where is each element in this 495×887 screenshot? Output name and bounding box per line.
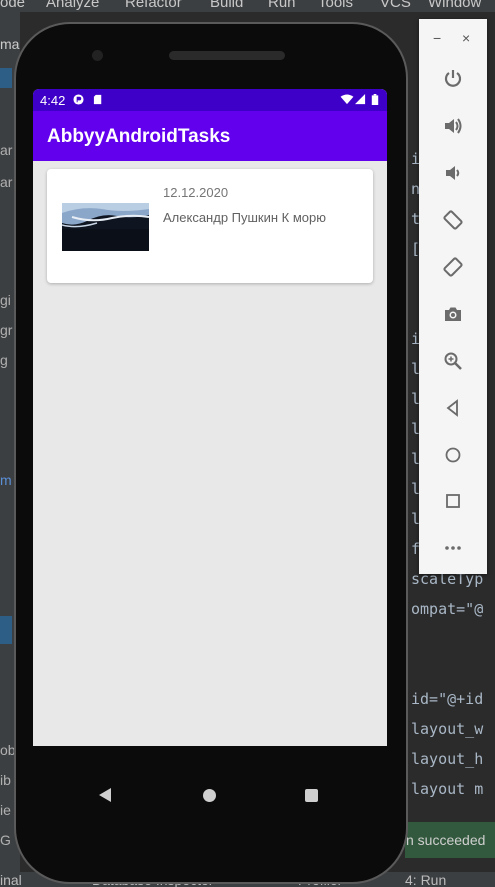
phone-screen: 4:42 AbbyyAndroidTasks 12.12.2020 Алекса… [33,89,387,746]
tool-run[interactable]: 4: Run [405,872,446,887]
menu-run[interactable]: Run [268,0,296,11]
code-line: layout m [411,780,484,798]
menu-build[interactable]: Build [210,0,243,11]
volume-up-icon [445,118,462,134]
overview-icon [446,494,460,508]
card-title: Александр Пушкин К морю [163,210,327,225]
menu-tools[interactable]: Tools [318,0,353,11]
list-item-card[interactable]: 12.12.2020 Александр Пушкин К морю [47,169,373,283]
more-icon [445,546,461,550]
nav-home-icon[interactable] [203,789,216,802]
code-line: id="@+id [411,690,484,708]
rotate-left-icon [443,210,463,230]
status-bar: 4:42 [33,89,387,111]
left-fragment: m [0,472,12,488]
power-button[interactable] [438,63,468,93]
back-button[interactable] [438,393,468,423]
volume-up-button[interactable] [438,111,468,141]
menu-window[interactable]: Window [428,0,481,11]
navigation-bar [33,746,387,846]
left-fragment: mai [0,36,20,52]
camera-lens [92,50,103,61]
card-thumbnail [62,203,149,251]
volume-down-icon [446,166,460,180]
rotate-left-button[interactable] [438,205,468,235]
volume-down-button[interactable] [438,158,468,188]
tool-terminal[interactable]: inal [0,872,22,887]
more-button[interactable] [438,533,468,563]
left-fragment: gr [0,322,13,338]
close-button[interactable]: × [462,30,470,46]
speaker-grille [169,51,285,60]
left-fragment: ar [0,142,13,158]
nav-back-icon[interactable] [99,788,111,802]
nav-recents-icon[interactable] [305,789,318,802]
rotate-right-button[interactable] [438,252,468,282]
power-icon [444,70,462,87]
left-fragment: ie [0,802,11,818]
status-time: 4:42 [40,93,66,108]
left-highlight [0,68,12,88]
signal-icon [355,94,366,105]
ide-menubar: ode Analyze Refactor Build Run Tools VCS… [0,0,495,12]
menu-analyze[interactable]: Analyze [46,0,99,11]
sd-card-icon [93,94,102,105]
code-line: layout_w [411,720,484,738]
rotate-right-icon [443,257,463,277]
screenshot-button[interactable] [438,299,468,329]
zoom-icon [444,352,462,370]
home-button[interactable] [438,440,468,470]
zoom-button[interactable] [438,346,468,376]
battery-icon [371,94,379,105]
build-status-text: n succeeded [406,832,486,848]
overview-button[interactable] [438,486,468,516]
left-fragment: ar [0,174,13,190]
code-line: layout_h [411,750,484,768]
wifi-icon [340,94,354,105]
emulator-toolbar: − × [419,19,487,574]
code-line: ompat="@ [411,600,484,618]
camera-icon [445,307,461,321]
menu-vcs[interactable]: VCS [380,0,411,11]
app-title: AbbyyAndroidTasks [47,126,231,147]
app-bar: AbbyyAndroidTasks [33,111,387,161]
card-date: 12.12.2020 [163,185,229,200]
minimize-button[interactable]: − [433,30,441,46]
left-fragment: G [0,832,11,848]
notification-icon [73,94,84,105]
back-icon [446,399,458,417]
left-highlight [0,616,12,644]
left-fragment: ib [0,772,11,788]
left-fragment: g [0,352,8,368]
home-icon [445,447,461,463]
left-fragment: gi [0,292,11,308]
menu-code[interactable]: ode [0,0,25,11]
menu-refactor[interactable]: Refactor [125,0,182,11]
